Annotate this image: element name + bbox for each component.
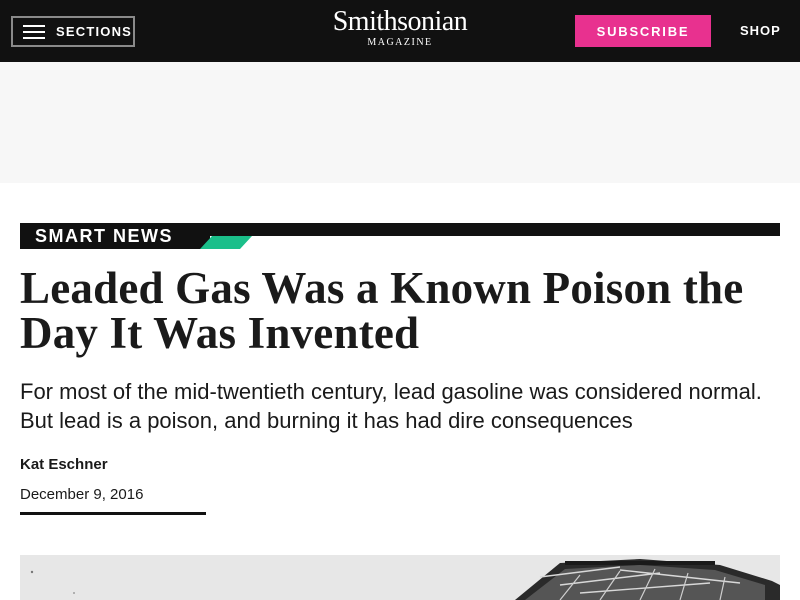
logo-subtitle: MAGAZINE	[367, 37, 433, 48]
author-link[interactable]: Kat Eschner	[20, 456, 108, 473]
kicker-link-smart-news[interactable]: SMART NEWS	[35, 225, 173, 247]
section-kicker: SMART NEWS	[20, 223, 780, 249]
hero-image	[20, 555, 780, 600]
smithsonian-logo[interactable]: Smithsonian MAGAZINE	[320, 8, 480, 52]
subscribe-button[interactable]: SUBSCRIBE	[575, 15, 711, 47]
sections-label: SECTIONS	[56, 24, 133, 39]
shop-link[interactable]: SHOP	[740, 23, 781, 38]
hamburger-icon	[23, 24, 45, 40]
top-navigation-bar: SECTIONS Smithsonian MAGAZINE SUBSCRIBE …	[0, 0, 800, 62]
hero-photo-illustration	[20, 555, 780, 600]
logo-wordmark: Smithsonian	[332, 6, 468, 37]
advertisement-placeholder	[0, 62, 800, 183]
byline-divider	[20, 512, 206, 515]
article-dek: For most of the mid-twentieth century, l…	[20, 379, 762, 433]
article-headline: Leaded Gas Was a Known Poison the Day It…	[20, 263, 744, 358]
sections-menu-button[interactable]: SECTIONS	[11, 16, 135, 47]
publish-date: December 9, 2016	[20, 486, 144, 503]
